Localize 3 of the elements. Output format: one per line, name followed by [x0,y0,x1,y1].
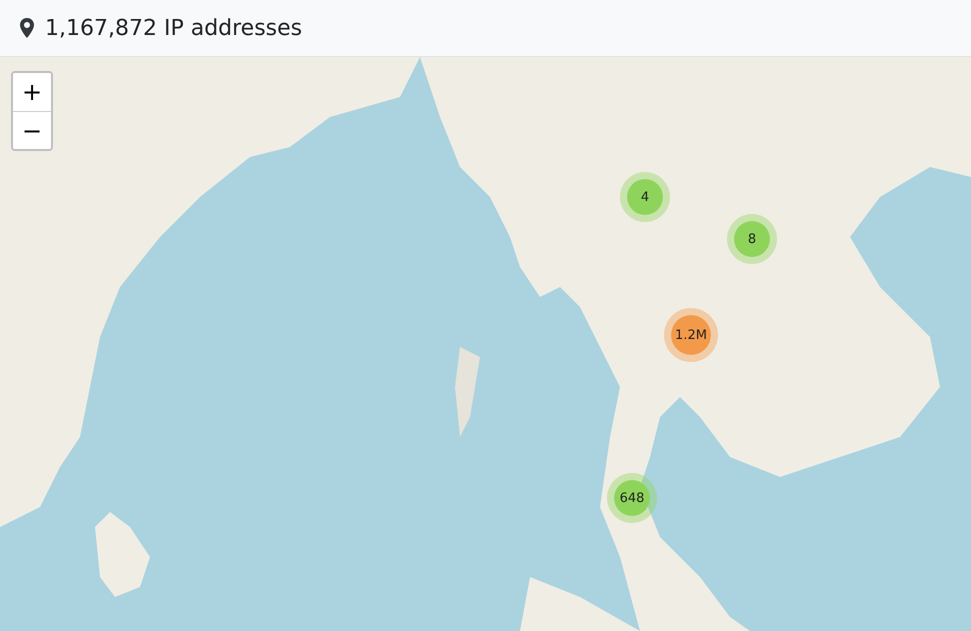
zoom-out-button[interactable]: − [13,111,51,149]
map-marker-icon [20,18,34,38]
ip-count-title: 1,167,872 IP addresses [45,16,302,40]
